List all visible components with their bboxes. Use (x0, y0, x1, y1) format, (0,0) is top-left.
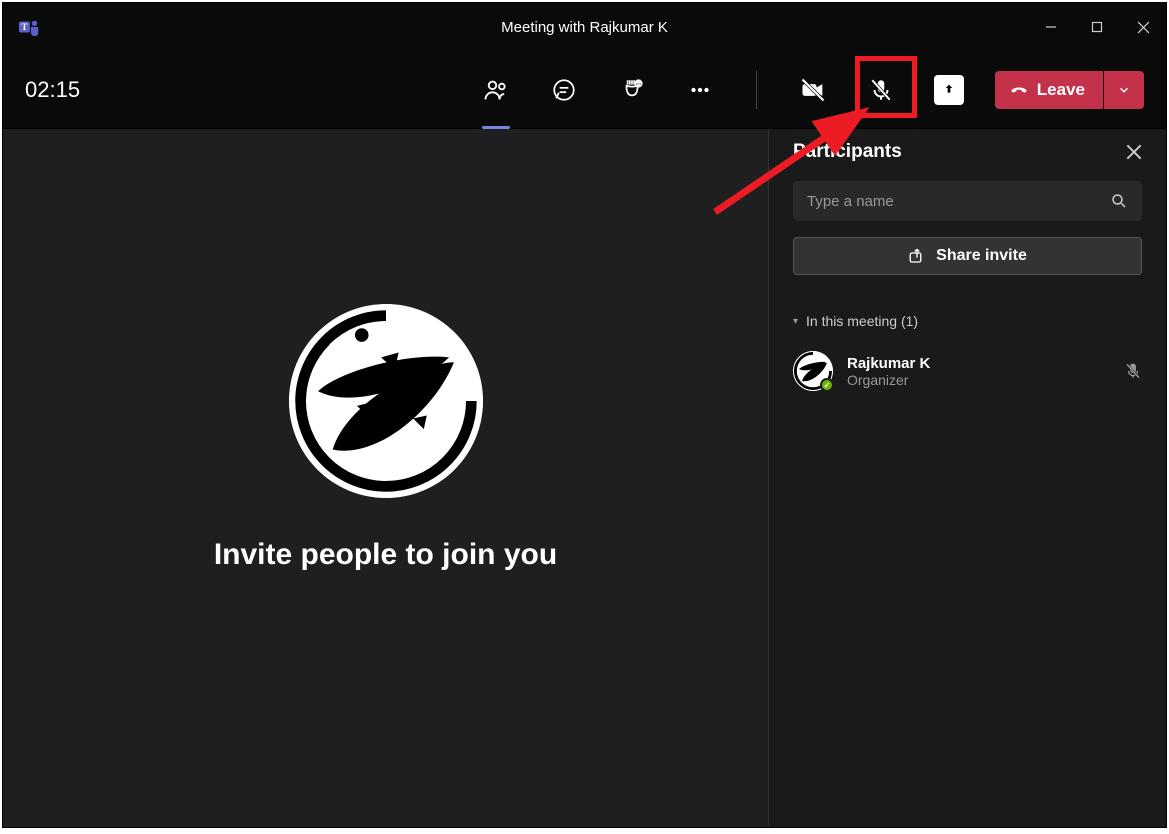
meeting-body: Invite people to join you Participants S… (3, 129, 1166, 827)
participant-row[interactable]: Rajkumar K Organizer (793, 345, 1142, 397)
invite-heading: Invite people to join you (214, 538, 557, 572)
title-bar: T Meeting with Rajkumar K (3, 3, 1166, 51)
window-controls (1028, 3, 1166, 51)
close-button[interactable] (1120, 3, 1166, 51)
section-header[interactable]: ▾ In this meeting (1) (793, 313, 1142, 329)
separator (756, 71, 757, 109)
participants-panel: Participants Share invite ▾ In this meet… (768, 129, 1166, 827)
participant-role: Organizer (847, 372, 1110, 388)
microphone-toggle-button[interactable] (861, 66, 901, 114)
meeting-toolbar: 02:15 (3, 51, 1166, 129)
participants-button[interactable] (476, 66, 516, 114)
search-input[interactable] (807, 193, 1110, 210)
reactions-button[interactable] (612, 66, 652, 114)
share-invite-label: Share invite (936, 247, 1027, 265)
participant-avatar (793, 351, 833, 391)
hangup-icon (1009, 80, 1029, 100)
chat-button[interactable] (544, 66, 584, 114)
section-label: In this meeting (1) (806, 313, 918, 329)
camera-toggle-button[interactable] (793, 66, 833, 114)
leave-button[interactable]: Leave (995, 71, 1103, 109)
share-invite-button[interactable]: Share invite (793, 237, 1142, 275)
leave-label: Leave (1037, 80, 1085, 100)
participant-muted-icon (1124, 362, 1142, 380)
maximize-button[interactable] (1074, 3, 1120, 51)
participant-name: Rajkumar K (847, 355, 1110, 372)
caret-down-icon: ▾ (793, 316, 798, 327)
minimize-button[interactable] (1028, 3, 1074, 51)
presence-available-icon (820, 378, 834, 392)
share-screen-button[interactable] (929, 66, 969, 114)
close-icon (1126, 144, 1142, 160)
self-avatar (289, 304, 483, 498)
chevron-down-icon (1117, 83, 1131, 97)
more-actions-button[interactable] (680, 66, 720, 114)
panel-title: Participants (793, 141, 902, 163)
window-title: Meeting with Rajkumar K (501, 19, 668, 36)
teams-logo-icon: T (17, 15, 41, 39)
svg-text:T: T (21, 22, 27, 32)
panel-close-button[interactable] (1126, 144, 1142, 160)
leave-dropdown-button[interactable] (1104, 71, 1144, 109)
share-icon (908, 247, 926, 265)
main-stage: Invite people to join you (3, 129, 768, 827)
search-icon (1110, 192, 1128, 210)
app-window: T Meeting with Rajkumar K 02:15 (2, 2, 1167, 828)
search-box[interactable] (793, 181, 1142, 221)
meeting-timer: 02:15 (25, 77, 80, 103)
